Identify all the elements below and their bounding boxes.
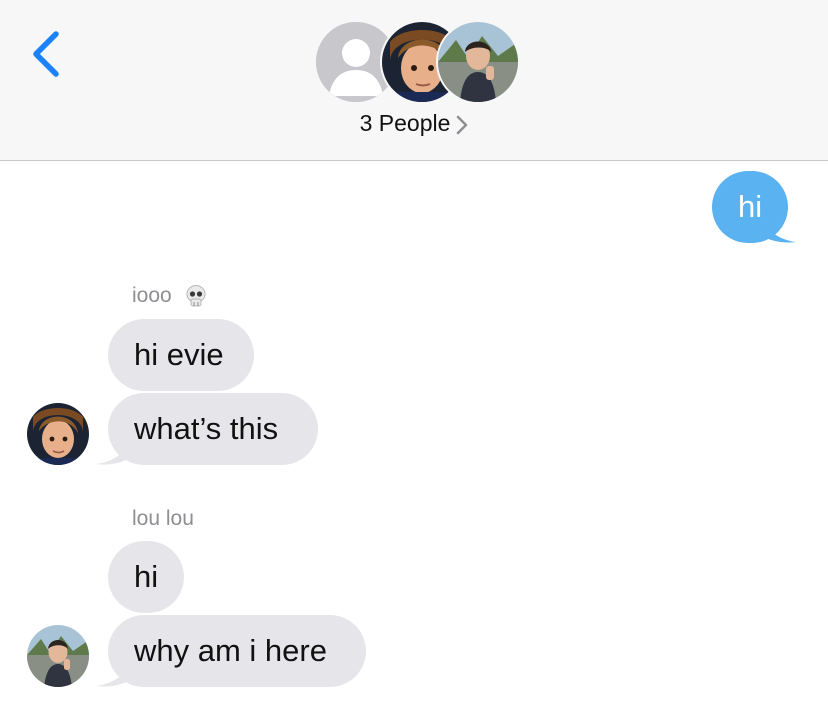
message-text: hi [134,559,159,594]
bubble-tail [760,218,796,243]
back-button[interactable] [26,28,70,80]
chevron-left-icon [33,31,59,77]
bubble-tail [96,662,132,687]
sender-avatar[interactable] [27,403,89,465]
incoming-message-bubble[interactable]: hi [108,541,184,613]
participants-link[interactable]: 3 People [0,110,828,137]
sender-name: lou lou [132,507,194,530]
conversation-header: 3 People [0,0,828,161]
message-text: what’s this [134,411,279,446]
incoming-message-bubble[interactable]: hi evie [108,319,254,391]
incoming-message-bubble[interactable]: why am i here [108,615,366,687]
bubble-tail [96,440,132,465]
message-text: why am i here [134,633,327,668]
contact-photo-avatar-2 [436,20,520,104]
message-text: hi evie [134,337,224,372]
skull-emoji [184,284,208,308]
sender-avatar[interactable] [27,625,89,687]
participants-label: 3 People [359,110,451,136]
message-text: hi [738,189,763,224]
conversation-screen: 3 People hi iooo hi evie what’s this lou… [0,0,828,703]
incoming-message-bubble[interactable]: what’s this [108,393,318,465]
group-avatars[interactable] [314,20,520,104]
chevron-right-icon [456,115,468,135]
sender-name: iooo [132,284,208,308]
